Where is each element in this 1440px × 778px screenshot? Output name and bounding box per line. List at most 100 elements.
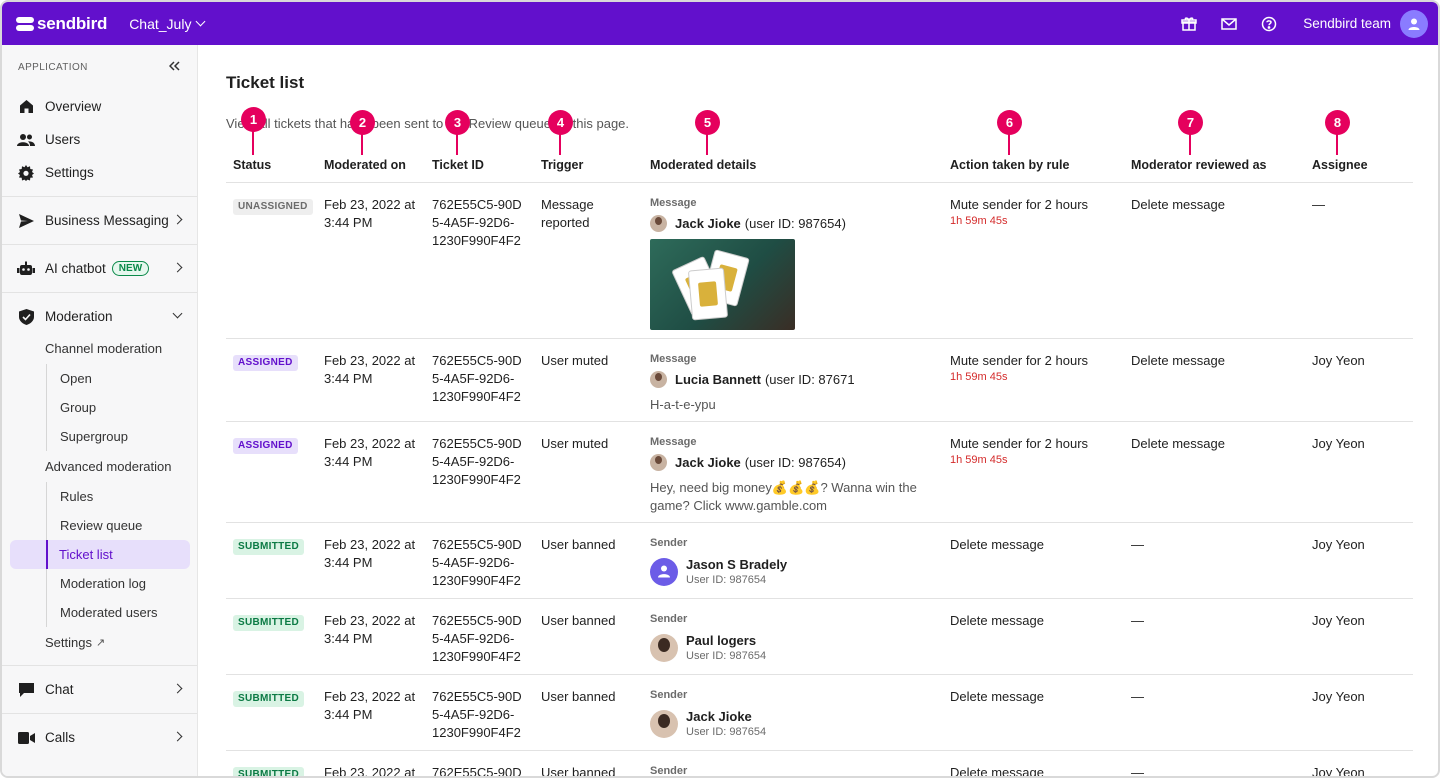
- app-name: Chat_July: [129, 15, 192, 32]
- date-line: Feb 23, 2022 at: [324, 435, 416, 451]
- ticket-id-cell[interactable]: 762E55C5-90D 5-4A5F-92D6- 1230F990F4F2: [425, 674, 534, 751]
- detail-type-label: Message: [650, 435, 697, 448]
- sidebar-item-overview[interactable]: Overview: [2, 90, 197, 123]
- table-row[interactable]: SUBMITTED Feb 23, 2022 at 762E55C5-90D U…: [226, 750, 1413, 776]
- sidebar-item-moderation-settings[interactable]: Settings ↗: [2, 627, 197, 658]
- date-cell: Feb 23, 2022 at 3:44 PM: [317, 522, 425, 599]
- chevron-right-icon: [172, 214, 183, 225]
- sidebar-item-supergroup[interactable]: Supergroup: [46, 422, 197, 451]
- ticket-id-cell[interactable]: 762E55C5-90D 5-4A5F-92D6- 1230F990F4F2: [425, 421, 534, 523]
- robot-icon: [17, 260, 35, 278]
- mail-icon[interactable]: [1209, 8, 1249, 40]
- column-header-assignee[interactable]: Assignee: [1305, 148, 1413, 183]
- column-header-ticket-id[interactable]: Ticket ID: [425, 148, 534, 183]
- sidebar-item-users[interactable]: Users: [2, 123, 197, 156]
- sidebar-item-ticket-list[interactable]: Ticket list: [10, 540, 190, 569]
- gift-icon[interactable]: [1169, 8, 1209, 40]
- app-switcher[interactable]: Chat_July: [129, 15, 206, 32]
- sidebar-item-advanced-moderation[interactable]: Advanced moderation: [2, 451, 197, 482]
- sidebar-item-settings[interactable]: Settings: [2, 156, 197, 189]
- home-icon: [17, 98, 35, 116]
- marker-3: 3: [445, 110, 470, 135]
- user-name[interactable]: Jack Jioke: [675, 215, 741, 233]
- sidebar-item-label: Moderation: [45, 309, 113, 324]
- sender-name[interactable]: Paul logers: [686, 633, 766, 649]
- sender-text: Jason S Bradely User ID: 987654: [686, 557, 787, 587]
- sidebar-item-group[interactable]: Group: [46, 393, 197, 422]
- countdown-timer: 1h 59m 45s: [950, 214, 1008, 227]
- user-name[interactable]: Jack Jioke: [675, 454, 741, 472]
- user-name[interactable]: Lucia Bannett: [675, 371, 761, 389]
- sidebar-item-chat[interactable]: Chat: [2, 673, 197, 706]
- ticket-id-cell[interactable]: 762E55C5-90D 5-4A5F-92D6- 1230F990F4F2: [425, 182, 534, 339]
- trigger-line: Message: [541, 196, 594, 212]
- playing-card-icon: [687, 267, 729, 320]
- column-header-trigger[interactable]: Trigger: [534, 148, 643, 183]
- trigger-cell: User banned: [534, 522, 643, 599]
- avatar: [650, 215, 667, 232]
- time-line: 3:44 PM: [324, 370, 373, 386]
- column-header-moderated-on[interactable]: Moderated on: [317, 148, 425, 183]
- table-row[interactable]: SUBMITTED Feb 23, 2022 at 3:44 PM 762E55C…: [226, 522, 1413, 599]
- table-row[interactable]: UNASSIGNED Feb 23, 2022 at 3:44 PM 762E55…: [226, 182, 1413, 339]
- status-cell: SUBMITTED: [226, 750, 317, 776]
- ticket-id-cell[interactable]: 762E55C5-90D 5-4A5F-92D6- 1230F990F4F2: [425, 598, 534, 675]
- ticket-id-part: 5-4A5F-92D6-: [432, 370, 515, 386]
- ticket-id-cell[interactable]: 762E55C5-90D: [425, 750, 534, 776]
- sidebar-item-label: Settings: [45, 165, 94, 180]
- sender-name[interactable]: Jason S Bradely: [686, 557, 787, 573]
- sidebar-item-rules[interactable]: Rules: [46, 482, 197, 511]
- user-id: (user ID: 987654): [744, 215, 846, 231]
- message-image[interactable]: [650, 238, 795, 330]
- chevron-right-icon: [172, 262, 183, 273]
- sidebar-item-business-messaging[interactable]: Business Messaging: [2, 204, 197, 237]
- sidebar-item-open[interactable]: Open: [46, 364, 197, 393]
- table-row[interactable]: ASSIGNED Feb 23, 2022 at 3:44 PM 762E55C5…: [226, 338, 1413, 422]
- user-icon[interactable]: [1400, 9, 1428, 38]
- review-cell: —: [1124, 598, 1305, 675]
- sidebar-item-channel-moderation[interactable]: Channel moderation: [2, 333, 197, 364]
- external-link-icon: ↗: [95, 637, 106, 649]
- column-header-moderated-details[interactable]: Moderated details: [643, 148, 943, 183]
- page-title: Ticket list: [226, 73, 305, 92]
- table-row[interactable]: SUBMITTED Feb 23, 2022 at 3:44 PM 762E55C…: [226, 674, 1413, 751]
- trigger-line: reported: [541, 214, 590, 230]
- sidebar-item-moderation-log[interactable]: Moderation log: [46, 569, 197, 598]
- message-line: game? Click www.gamble.com: [650, 497, 828, 513]
- sender-id: User ID: 987654: [686, 725, 767, 738]
- date-cell: Feb 23, 2022 at 3:44 PM: [317, 674, 425, 751]
- ticket-id-cell[interactable]: 762E55C5-90D 5-4A5F-92D6- 1230F990F4F2: [425, 522, 534, 599]
- collapse-sidebar-icon[interactable]: [168, 61, 181, 74]
- trigger-cell: User muted: [534, 338, 643, 422]
- top-bar: sendbird Chat_July Sendbird team: [2, 2, 1438, 45]
- detail-type-label: Sender: [650, 612, 688, 625]
- sidebar-item-moderation[interactable]: Moderation: [2, 300, 197, 333]
- trigger-cell: Message reported: [534, 182, 643, 339]
- sidebar-item-calls[interactable]: Calls: [2, 721, 197, 754]
- action-cell: Mute sender for 2 hours 1h 59m 45s: [943, 338, 1124, 422]
- date-line: Feb 23, 2022 at: [324, 536, 416, 552]
- column-header-moderator-reviewed[interactable]: Moderator reviewed as: [1124, 148, 1305, 183]
- sidebar-item-moderated-users[interactable]: Moderated users: [46, 598, 197, 627]
- help-icon[interactable]: [1249, 8, 1289, 40]
- column-header-status[interactable]: Status: [226, 148, 317, 183]
- team-name[interactable]: Sendbird team: [1303, 16, 1391, 31]
- table-row[interactable]: SUBMITTED Feb 23, 2022 at 3:44 PM 762E55C…: [226, 598, 1413, 675]
- detail-type-label: Sender: [650, 688, 688, 701]
- marker-4: 4: [548, 110, 573, 135]
- trigger-cell: User muted: [534, 421, 643, 523]
- ticket-id-cell[interactable]: 762E55C5-90D 5-4A5F-92D6- 1230F990F4F2: [425, 338, 534, 422]
- sendbird-logo[interactable]: sendbird: [16, 14, 107, 34]
- main-content: Ticket list View all tickets that have b…: [198, 45, 1438, 776]
- details-cell: Sender Jack Jioke User ID: 987654: [643, 674, 943, 751]
- ticket-id-part: 762E55C5-90D: [432, 688, 522, 704]
- sender-id: User ID: 987654: [686, 649, 767, 662]
- assignee-cell: Joy Yeon: [1305, 522, 1413, 599]
- sender-name[interactable]: Jack Jioke: [686, 709, 766, 725]
- sidebar-item-review-queue[interactable]: Review queue: [46, 511, 197, 540]
- message-text: H-a-t-e-ypu: [650, 396, 716, 412]
- sender-info: Paul logers User ID: 987654: [650, 633, 943, 663]
- table-row[interactable]: ASSIGNED Feb 23, 2022 at 3:44 PM 762E55C5…: [226, 421, 1413, 523]
- sidebar-item-ai-chatbot[interactable]: AI chatbot NEW: [2, 252, 197, 285]
- column-header-action-taken[interactable]: Action taken by rule: [943, 148, 1124, 183]
